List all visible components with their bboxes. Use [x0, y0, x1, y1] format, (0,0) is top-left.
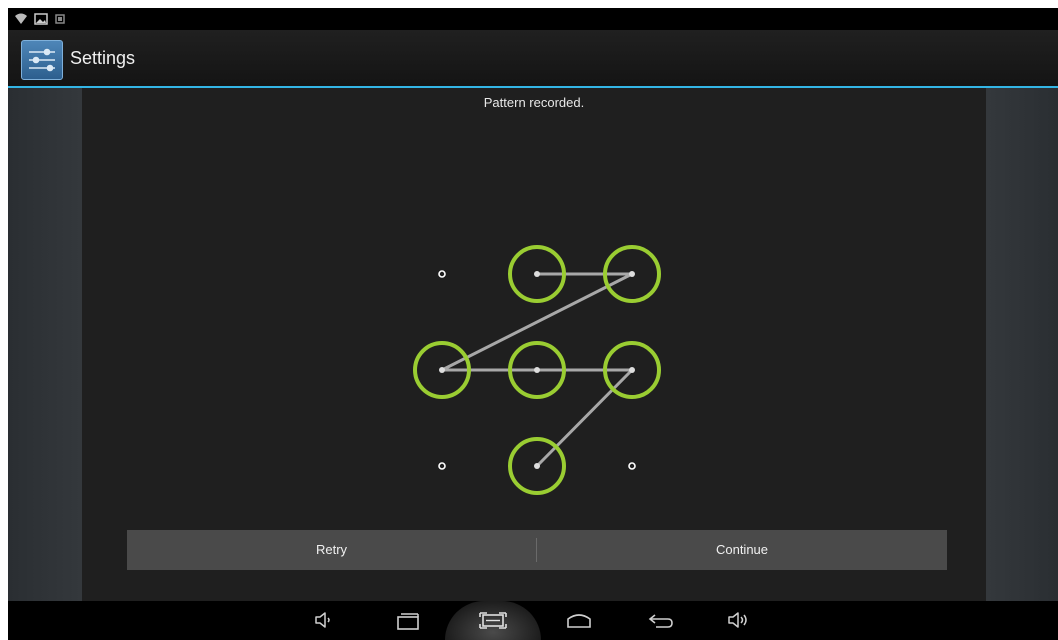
recent-apps-icon[interactable]: [395, 609, 421, 631]
pattern-dot[interactable]: [438, 270, 446, 278]
button-bar: Retry Continue: [127, 530, 947, 570]
retry-button[interactable]: Retry: [127, 530, 536, 570]
device-screen: Settings Pattern recorded. Retry Continu…: [8, 8, 1058, 640]
volume-down-icon[interactable]: [313, 609, 335, 631]
page-title: Settings: [70, 48, 136, 68]
pattern-segment: [535, 368, 634, 468]
action-bar: Settings: [8, 30, 1058, 88]
side-margin-left: [8, 88, 82, 601]
home-icon[interactable]: [564, 609, 594, 631]
pattern-dot[interactable]: [438, 462, 446, 470]
lock-pattern-view[interactable]: [82, 88, 986, 518]
screenshot-icon[interactable]: [478, 609, 508, 631]
continue-button[interactable]: Continue: [537, 530, 947, 570]
wifi-icon: [15, 13, 27, 24]
pattern-dot-selected[interactable]: [508, 437, 566, 495]
pattern-dot[interactable]: [628, 462, 636, 470]
status-bar: [8, 8, 1058, 30]
content-area: Pattern recorded. Retry Continue: [8, 88, 1058, 601]
pattern-segment: [440, 272, 634, 372]
volume-up-icon[interactable]: [726, 609, 752, 631]
back-icon[interactable]: [646, 609, 676, 631]
image-icon: [34, 13, 48, 25]
navigation-bar: [8, 601, 1058, 640]
settings-sliders-icon[interactable]: [21, 40, 63, 80]
notification-icon: [55, 14, 65, 24]
pattern-panel: Pattern recorded. Retry Continue: [82, 88, 986, 601]
side-margin-right: [986, 88, 1058, 601]
